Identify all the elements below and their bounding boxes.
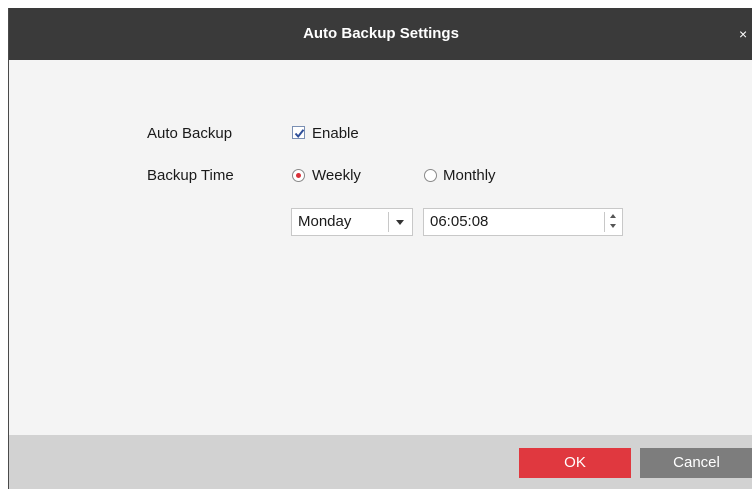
monthly-radio[interactable] <box>424 169 437 182</box>
close-icon[interactable]: × <box>739 8 752 60</box>
day-select[interactable]: Monday <box>291 208 413 236</box>
title-bar: Auto Backup Settings × <box>9 8 752 60</box>
time-spinner[interactable]: 06:05:08 <box>423 208 623 236</box>
time-value: 06:05:08 <box>430 213 489 230</box>
radio-selected-dot <box>296 173 301 178</box>
cancel-button[interactable]: Cancel <box>640 448 752 478</box>
dialog-title: Auto Backup Settings <box>303 25 459 42</box>
select-divider <box>388 212 389 232</box>
auto-backup-label: Auto Backup <box>147 125 233 142</box>
enable-label[interactable]: Enable <box>312 125 359 142</box>
enable-checkbox[interactable] <box>292 126 305 139</box>
spin-down-icon[interactable] <box>610 224 616 228</box>
spinner-divider <box>604 212 605 232</box>
dialog-body: Auto Backup Enable Backup Time Weekly Mo… <box>9 60 752 435</box>
weekly-label[interactable]: Weekly <box>312 167 361 184</box>
ok-button[interactable]: OK <box>519 448 631 478</box>
dropdown-arrow-icon[interactable] <box>396 220 404 225</box>
backup-time-label: Backup Time <box>147 167 234 184</box>
weekly-radio[interactable] <box>292 169 305 182</box>
dialog-footer: OK Cancel <box>9 435 752 489</box>
monthly-label[interactable]: Monthly <box>443 167 496 184</box>
day-select-value: Monday <box>298 213 352 230</box>
spin-up-icon[interactable] <box>610 214 616 218</box>
checkmark-icon <box>294 129 305 139</box>
auto-backup-dialog: Auto Backup Settings × Auto Backup Enabl… <box>8 8 752 489</box>
